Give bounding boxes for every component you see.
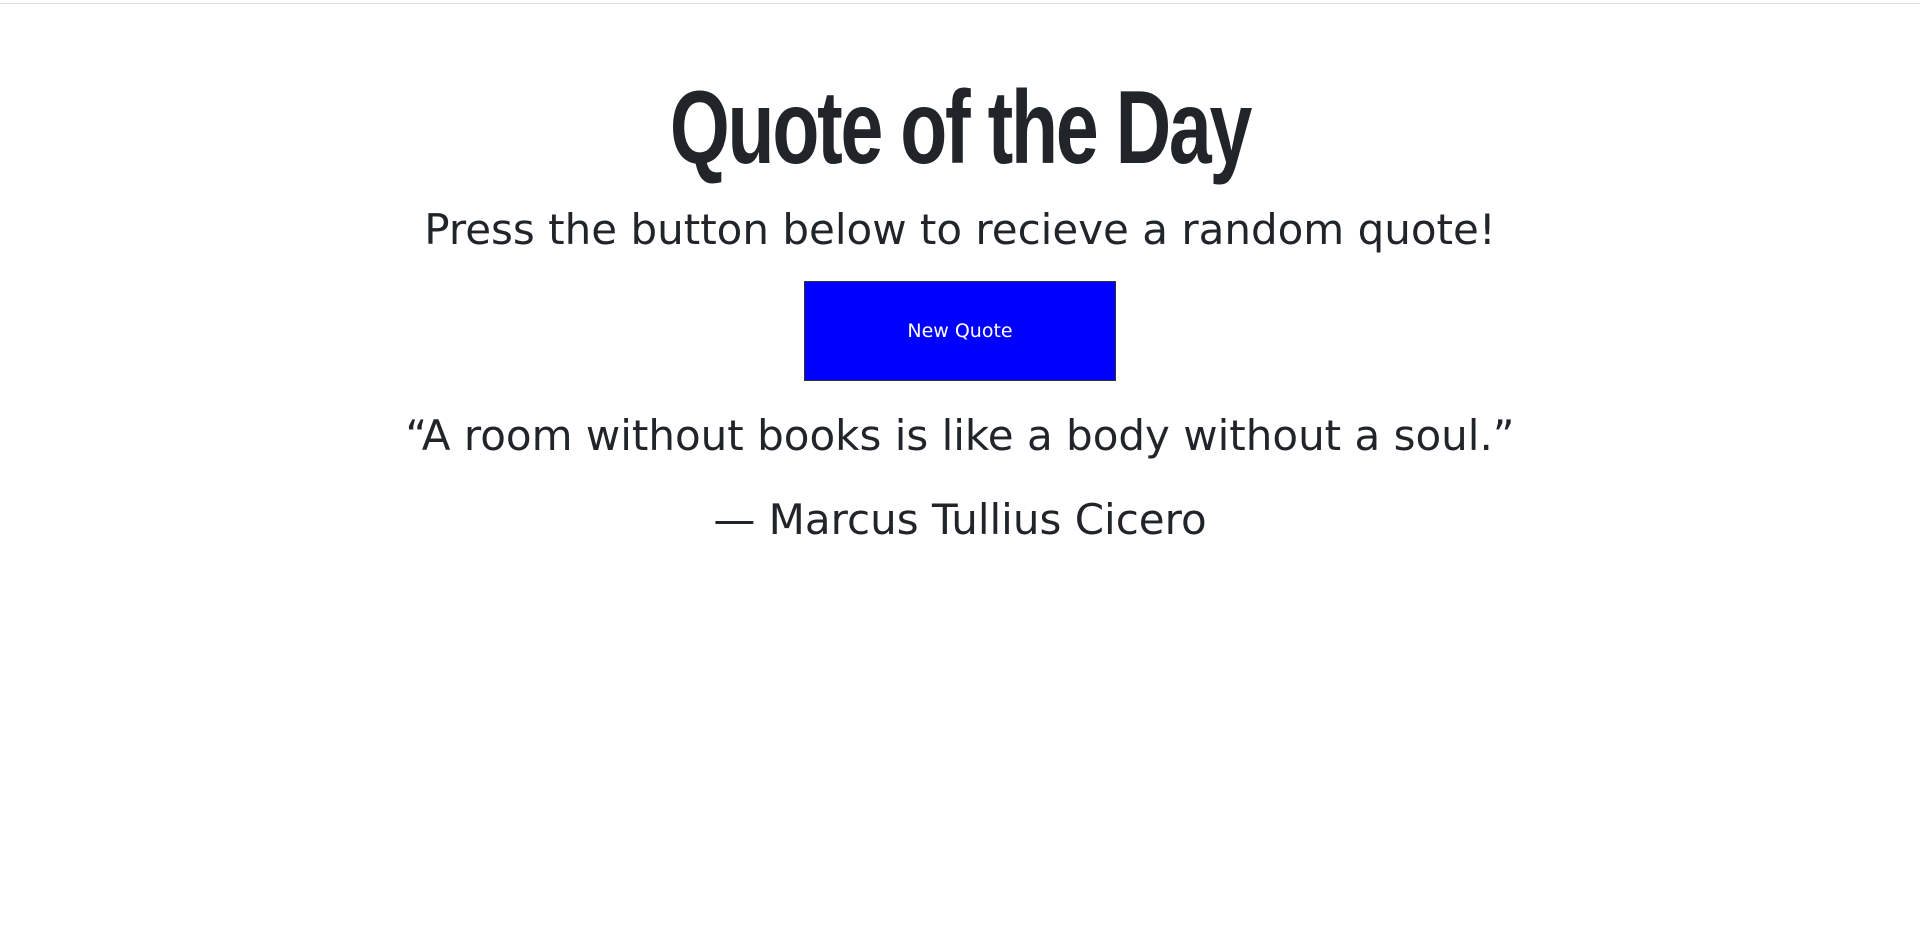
new-quote-button[interactable]: New Quote [804, 281, 1116, 381]
page-title: Quote of the Day [669, 70, 1252, 186]
quote-author: — Marcus Tullius Cicero [713, 495, 1207, 544]
button-container: New Quote [0, 281, 1920, 381]
page-subtitle: Press the button below to recieve a rand… [424, 205, 1496, 254]
quote-text: “A room without books is like a body wit… [405, 411, 1515, 460]
top-divider [0, 3, 1920, 4]
